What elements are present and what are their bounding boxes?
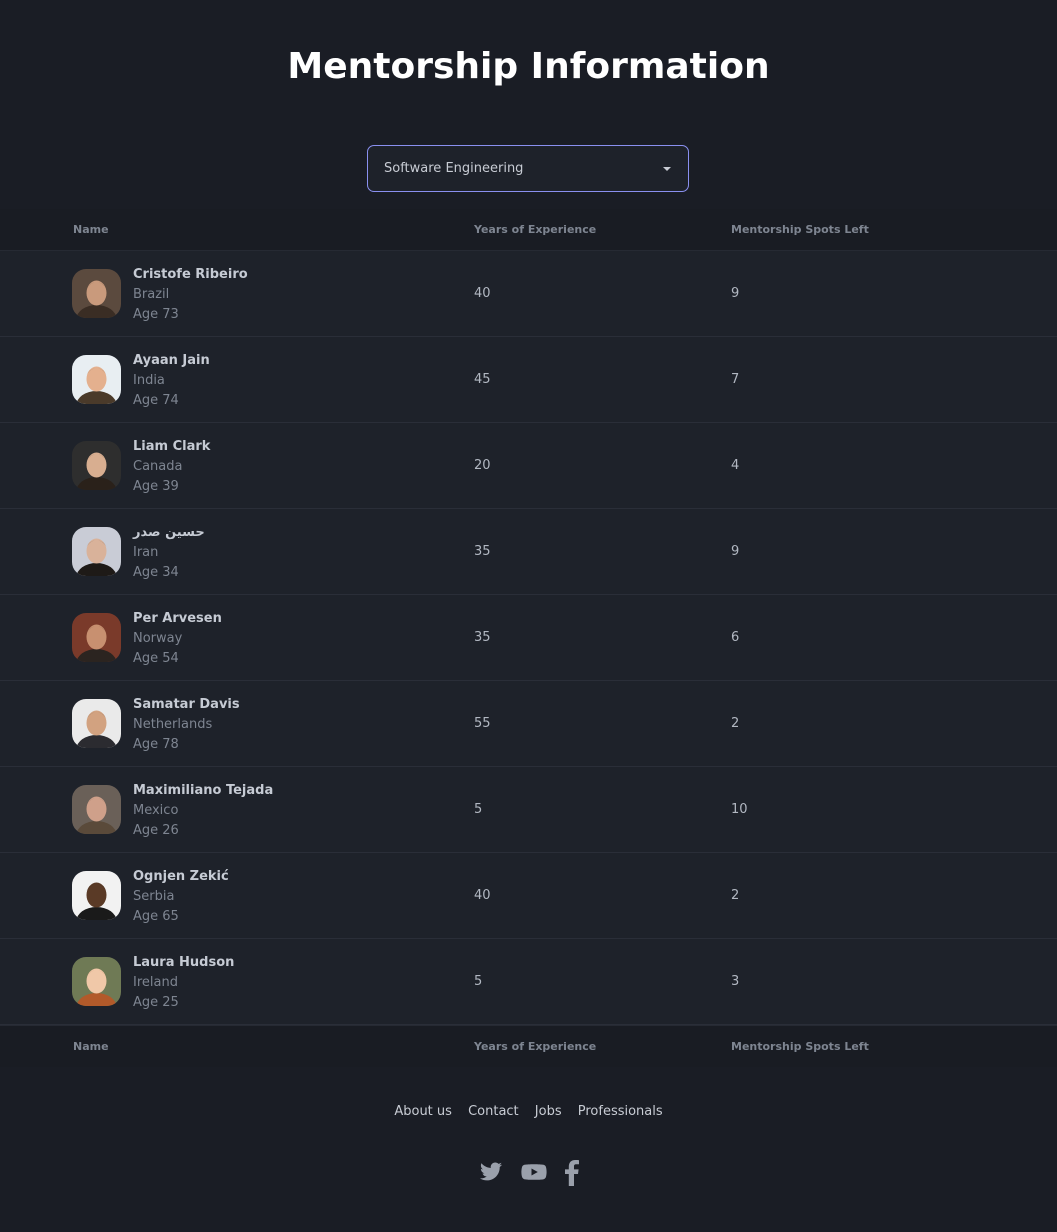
mentor-spots-left: 7 [731,372,740,387]
avatar [72,613,121,662]
avatar [72,355,121,404]
youtube-icon[interactable] [520,1160,547,1190]
footer-link-jobs[interactable]: Jobs [535,1104,562,1119]
table-row[interactable]: Cristofe Ribeiro Brazil Age 73 40 9 [0,251,1057,337]
table-row[interactable]: Samatar Davis Netherlands Age 78 55 2 [0,681,1057,767]
page-title: Mentorship Information [287,46,770,87]
table-header: Name Years of Experience Mentorship Spot… [0,209,1057,251]
mentor-experience: 45 [474,372,491,387]
mentor-experience: 55 [474,716,491,731]
mentor-country: Norway [133,631,183,646]
footer-link-contact[interactable]: Contact [468,1104,519,1119]
mentor-age: Age 25 [133,995,179,1010]
avatar [72,785,121,834]
mentor-experience: 35 [474,544,491,559]
footer-nav: About us Contact Jobs Professionals [0,1104,1057,1119]
mentor-experience: 40 [474,286,491,301]
mentor-name: حسين صدر [133,525,205,540]
mentor-spots-left: 2 [731,716,740,731]
mentor-name: Samatar Davis [133,697,240,712]
mentor-age: Age 26 [133,823,179,838]
table-row[interactable]: Liam Clark Canada Age 39 20 4 [0,423,1057,509]
mentor-experience: 35 [474,630,491,645]
mentor-country: India [133,373,165,388]
table-row[interactable]: Ayaan Jain India Age 74 45 7 [0,337,1057,423]
mentor-experience: 40 [474,888,491,903]
mentor-country: Serbia [133,889,175,904]
mentor-info: Laura Hudson Ireland Age 25 [133,953,234,1013]
mentor-name: Cristofe Ribeiro [133,267,248,282]
chevron-down-icon [663,167,671,171]
category-select-value: Software Engineering [384,161,524,176]
mentor-age: Age 34 [133,565,179,580]
mentor-country: Ireland [133,975,178,990]
mentor-info: Per Arvesen Norway Age 54 [133,609,222,669]
mentor-spots-left: 9 [731,544,740,559]
mentor-experience: 5 [474,974,483,989]
avatar [72,871,121,920]
header-spots: Mentorship Spots Left [731,223,869,236]
mentor-age: Age 74 [133,393,179,408]
header-experience: Years of Experience [474,223,597,236]
avatar [72,269,121,318]
table-footer: Name Years of Experience Mentorship Spot… [0,1025,1057,1067]
mentor-spots-left: 6 [731,630,740,645]
avatar [72,699,121,748]
mentor-info: Cristofe Ribeiro Brazil Age 73 [133,265,248,325]
mentor-spots-left: 9 [731,286,740,301]
table-row[interactable]: Laura Hudson Ireland Age 25 5 3 [0,939,1057,1025]
footer-link-professionals[interactable]: Professionals [578,1104,663,1119]
mentor-name: Laura Hudson [133,955,235,970]
mentors-table: Name Years of Experience Mentorship Spot… [0,209,1057,1067]
avatar [72,441,121,490]
twitter-icon[interactable] [479,1160,503,1190]
footer-link-about[interactable]: About us [394,1104,452,1119]
mentor-name: Ognjen Zekić [133,869,229,884]
mentor-spots-left: 10 [731,802,748,817]
mentor-info: Ayaan Jain India Age 74 [133,351,210,411]
header-name: Name [73,223,109,236]
category-select[interactable]: Software Engineering [367,145,689,192]
mentor-info: Samatar Davis Netherlands Age 78 [133,695,240,755]
social-links [0,1160,1057,1190]
mentor-info: Ognjen Zekić Serbia Age 65 [133,867,229,927]
footer-header-experience: Years of Experience [474,1040,597,1053]
mentor-age: Age 78 [133,737,179,752]
avatar [72,957,121,1006]
footer-header-spots: Mentorship Spots Left [731,1040,869,1053]
mentor-spots-left: 4 [731,458,740,473]
mentor-spots-left: 2 [731,888,740,903]
mentor-info: حسين صدر Iran Age 34 [133,523,205,583]
mentor-name: Per Arvesen [133,611,222,626]
table-row[interactable]: حسين صدر Iran Age 34 35 9 [0,509,1057,595]
mentor-experience: 20 [474,458,491,473]
mentor-age: Age 73 [133,307,179,322]
avatar [72,527,121,576]
mentor-age: Age 54 [133,651,179,666]
mentor-spots-left: 3 [731,974,740,989]
mentor-experience: 5 [474,802,483,817]
mentor-name: Ayaan Jain [133,353,210,368]
mentor-name: Liam Clark [133,439,211,454]
mentor-age: Age 39 [133,479,179,494]
facebook-icon[interactable] [564,1160,579,1190]
mentor-info: Liam Clark Canada Age 39 [133,437,210,497]
mentor-country: Netherlands [133,717,213,732]
table-row[interactable]: Ognjen Zekić Serbia Age 65 40 2 [0,853,1057,939]
mentor-name: Maximiliano Tejada [133,783,274,798]
mentor-country: Brazil [133,287,170,302]
table-row[interactable]: Per Arvesen Norway Age 54 35 6 [0,595,1057,681]
mentor-country: Iran [133,545,159,560]
footer-header-name: Name [73,1040,109,1053]
table-row[interactable]: Maximiliano Tejada Mexico Age 26 5 10 [0,767,1057,853]
mentor-country: Mexico [133,803,179,818]
mentor-age: Age 65 [133,909,179,924]
mentor-info: Maximiliano Tejada Mexico Age 26 [133,781,273,841]
mentor-country: Canada [133,459,183,474]
